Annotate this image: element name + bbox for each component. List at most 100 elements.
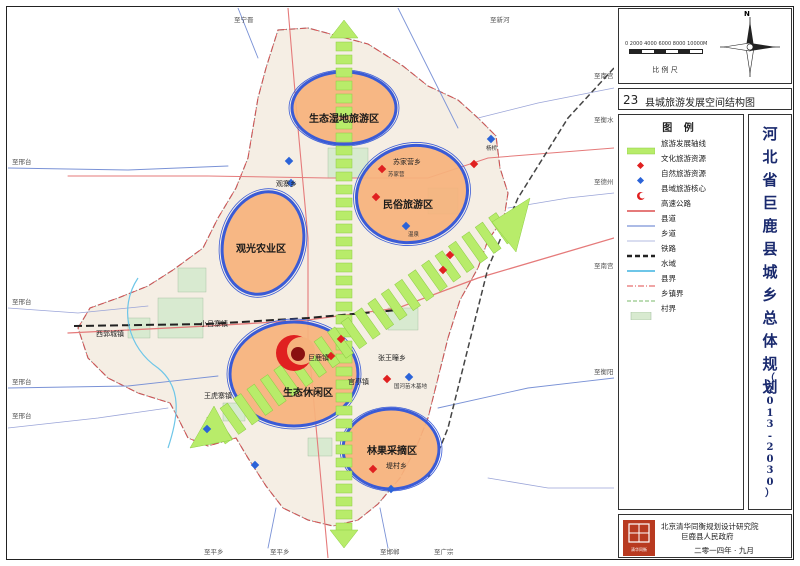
border-label-8: 至南宫: [594, 261, 614, 270]
border-label-4: 至邢台: [12, 157, 32, 166]
border-label-13: 至邯郸: [380, 548, 400, 556]
border-label-5: 至邢台: [12, 297, 32, 306]
legend-item: 乡道: [627, 227, 741, 242]
zone-label-folk: 民俗旅游区: [383, 198, 433, 211]
border-label-1: 至新河: [490, 15, 510, 24]
axis-segment: [335, 197, 353, 208]
place-xiaolvzhai: 小吕寨镇: [200, 319, 228, 328]
map-canvas: 生态湿地旅游区 民俗旅游区 观光农业区 生态休闲区 林果采摘区 西郭城镇 小吕寨…: [8, 8, 614, 558]
axis-segment: [335, 80, 353, 91]
institution-box: 清华同衡 北京清华同衡规划设计研究院 巨鹿县人民政府 二零一四年 · 九月: [618, 514, 792, 558]
axis-segment: [335, 366, 353, 377]
axis-segment: [335, 431, 353, 442]
border-label-0: 至宁晋: [234, 15, 254, 24]
axis-segment: [335, 158, 353, 169]
resource-label-3: 苏家营: [388, 170, 405, 178]
plan-date: 二零一四年 · 九月: [694, 546, 754, 555]
axis-segment: [335, 418, 353, 429]
legend-box: 图 例 旅游发展轴线 文化旅游资源 自然旅游资源 县域旅游核心 高速公路 县道 乡道 铁路 水域…: [618, 114, 744, 510]
axis-segment: [335, 171, 353, 182]
border-label-12: 至广宗: [434, 547, 454, 556]
zone-label-orchard: 林果采摘区: [367, 444, 417, 457]
legend-label: 县域旅游核心: [661, 184, 706, 193]
legend-symbol-township-road: [627, 230, 655, 242]
legend-symbol-water: [627, 260, 655, 272]
legend-label: 乡镇界: [661, 289, 684, 298]
legend-item: 铁路: [627, 242, 741, 258]
compass-north-label: N: [744, 10, 750, 18]
legend-item: 村界: [627, 302, 741, 321]
legend-label: 自然旅游资源: [661, 169, 706, 178]
scale-ticks: 0 2000 4000 6000 8000 10000M: [625, 41, 708, 47]
compass: N: [715, 10, 785, 81]
legend-label: 高速公路: [661, 199, 691, 208]
legend-label: 水域: [661, 259, 676, 268]
legend-symbol-county-road: [627, 215, 655, 227]
resource-label-1: 温泉: [408, 230, 420, 238]
legend-symbol-axis: [626, 140, 656, 155]
plan-title-box: 河北省巨鹿县城乡总体规划 （2 0 1 3-2 0 3 0）: [748, 114, 792, 510]
legend-item: 县界: [627, 272, 741, 287]
axis-segment: [335, 288, 353, 299]
axis-segment: [335, 249, 353, 260]
logo-text: 清华同衡: [631, 547, 647, 552]
legend-label: 乡道: [661, 229, 676, 238]
border-label-3: 至德州: [594, 177, 614, 186]
zone-label-wetland: 生态湿地旅游区: [309, 112, 379, 125]
axis-segment: [335, 509, 353, 520]
map-title-box: 23 县城旅游发展空间结构图: [618, 88, 792, 110]
institution-logo: 清华同衡: [623, 520, 655, 556]
plan-title: 河北省巨鹿县城乡总体规划: [762, 125, 778, 396]
institution-line2: 巨鹿县人民政府: [681, 532, 734, 541]
border-label-9: 至衡水: [594, 115, 614, 124]
zone-label-leisure: 生态休闲区: [283, 386, 333, 399]
axis-segment: [335, 67, 353, 78]
legend-label: 县道: [661, 214, 676, 223]
scale-bar: [629, 49, 703, 54]
resource-label-2: 国河苗木基地: [394, 382, 428, 390]
axis-segment: [335, 301, 353, 312]
border-label-14: 至衡阳: [594, 367, 614, 376]
map-name: 县城旅游发展空间结构图: [645, 98, 755, 109]
axis-segment: [335, 444, 353, 455]
legend-item: 自然旅游资源: [627, 167, 741, 185]
axis-segment: [335, 93, 353, 104]
border-label-11: 至平乡: [204, 548, 224, 556]
axis-segment: [335, 275, 353, 286]
axis-arrow-south: [329, 529, 359, 549]
legend-label: 县界: [661, 274, 676, 283]
place-guanting: 官亭镇: [348, 377, 369, 386]
map-number: 23: [623, 93, 639, 107]
border-label-2: 至南宫: [594, 71, 614, 80]
compass-rose-icon: [720, 17, 780, 77]
legend-label: 旅游发展轴线: [661, 139, 706, 148]
legend-symbol-core: [627, 185, 655, 200]
legend-item: 县域旅游核心: [627, 182, 741, 200]
axis-segment: [335, 470, 353, 481]
place-sujiaying: 苏家营乡: [393, 157, 421, 166]
scale-label: 比 例 尺: [652, 66, 678, 74]
zone-label-agri: 观光农业区: [236, 242, 286, 255]
place-guanzhai: 观寨乡: [276, 179, 297, 188]
axis-segment: [335, 132, 353, 143]
axis-arrow-north: [329, 19, 359, 39]
map-svg: 生态湿地旅游区 民俗旅游区 观光农业区 生态休闲区 林果采摘区 西郭城镇 小吕寨…: [8, 8, 614, 558]
legend-symbol-red-diamond: [627, 155, 655, 170]
place-dicun: 堤村乡: [386, 461, 407, 470]
sidebar: 0 2000 4000 6000 8000 10000M 比 例 尺 N 23 …: [618, 8, 792, 558]
axis-segment: [335, 483, 353, 494]
axis-segment: [335, 496, 353, 507]
axis-segment: [335, 457, 353, 468]
place-xiguocheng: 西郭城镇: [96, 329, 124, 338]
axis-segment: [335, 184, 353, 195]
axis-segment: [335, 223, 353, 234]
legend-item: 水域: [627, 257, 741, 272]
legend-symbol-county-border: [627, 275, 655, 287]
legend-item: 县道: [627, 212, 741, 227]
legend-symbol-expressway: [627, 200, 655, 212]
axis-segment: [335, 392, 353, 403]
legend-label: 文化旅游资源: [661, 154, 706, 163]
legend-symbol-village: [627, 305, 655, 321]
axis-segment: [335, 41, 353, 52]
border-label-10: 至平乡: [270, 548, 290, 556]
